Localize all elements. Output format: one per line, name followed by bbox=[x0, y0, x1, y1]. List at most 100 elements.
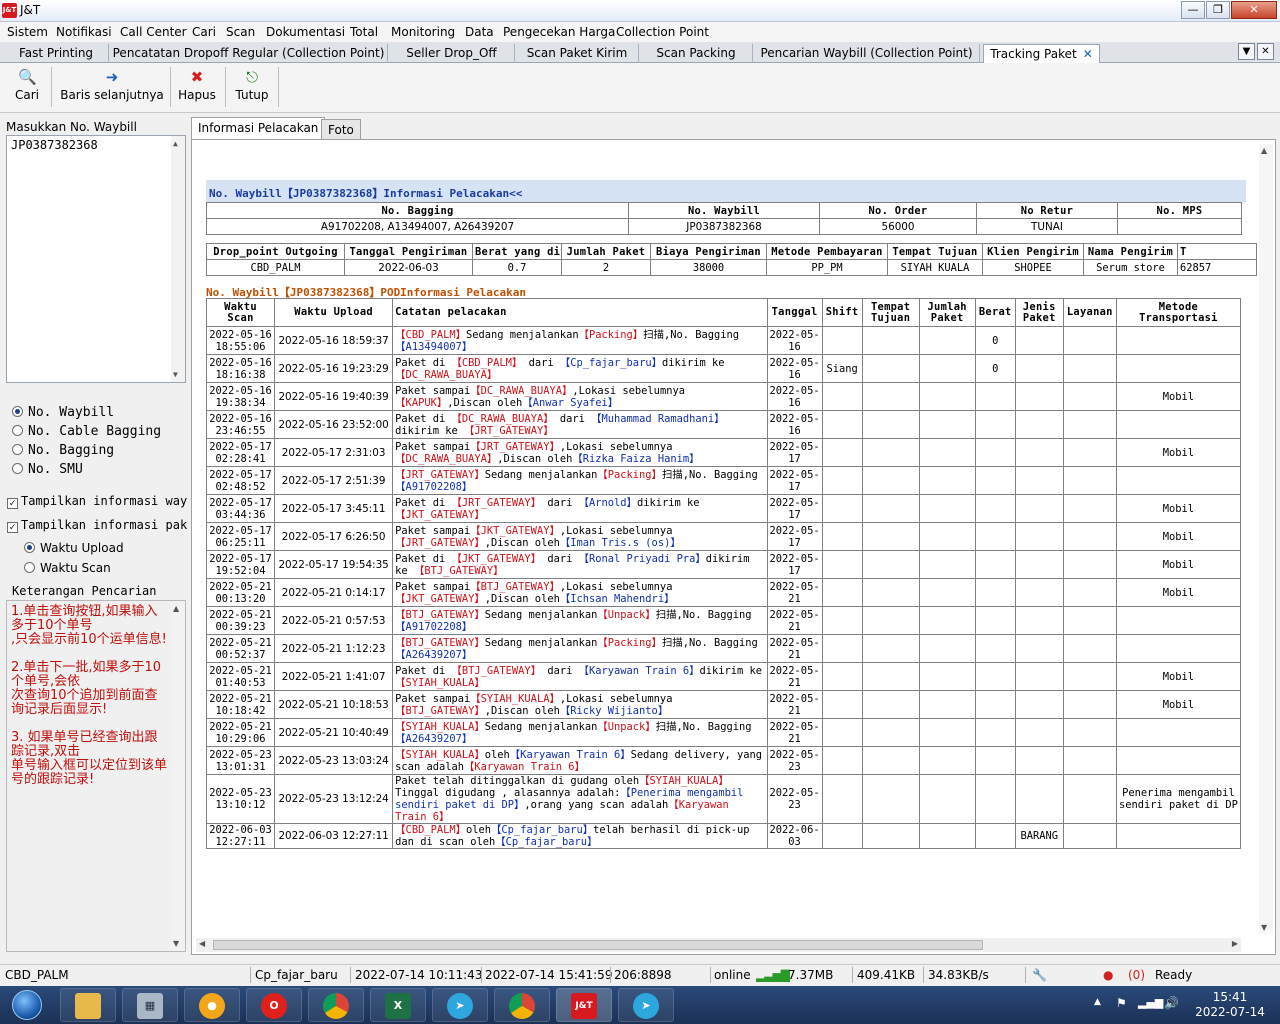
alert-icon[interactable]: ● bbox=[1103, 968, 1113, 982]
taskbar-telegram-2[interactable]: ➤ bbox=[618, 988, 674, 1022]
taskbar-telegram[interactable]: ➤ bbox=[432, 988, 488, 1022]
jumlah-paket-cell bbox=[918, 550, 976, 579]
waktu-scan-cell: 2022-05-17 19:52:04 bbox=[205, 550, 276, 579]
taskbar-file-explorer[interactable] bbox=[60, 988, 116, 1022]
radio-no-cable-bagging[interactable]: No. Cable Bagging bbox=[12, 424, 161, 439]
menu-sistem[interactable]: Sistem bbox=[7, 25, 48, 39]
scroll-right-icon[interactable]: ▶ bbox=[1232, 939, 1238, 948]
checkbox-info-paket[interactable]: ✓ Tampilkan informasi paket bbox=[7, 518, 187, 533]
radio-no-smu[interactable]: No. SMU bbox=[12, 462, 83, 477]
scroll-down-icon[interactable]: ▼ bbox=[173, 370, 178, 379]
note-segment: 【DC_RAWA_BUAYA】 bbox=[451, 412, 554, 425]
hapus-button[interactable]: ✖ Hapus bbox=[175, 65, 219, 109]
waybill-input[interactable]: JP0387382368 ▲ ▼ bbox=[6, 135, 186, 383]
jenis-paket-cell bbox=[1014, 438, 1064, 467]
menu-cari[interactable]: Cari bbox=[192, 25, 216, 39]
tracking-table-body: 2022-05-16 18:55:06 2022-05-16 18:59:37 【C… bbox=[205, 326, 1242, 849]
volume-icon[interactable]: 🔊 bbox=[1164, 996, 1179, 1010]
tab-scan-paket-kirim[interactable]: Scan Paket Kirim bbox=[516, 44, 639, 63]
tanggal-cell: 2022-05-17 bbox=[766, 550, 823, 579]
tempat-tujuan-cell bbox=[861, 774, 920, 824]
hint-scrollbar[interactable]: ▲ ▼ bbox=[171, 601, 185, 951]
menu-notifikasi[interactable]: Notifikasi bbox=[56, 25, 112, 39]
status-port: 206:8898 bbox=[614, 968, 672, 982]
taskbar-excel[interactable]: X bbox=[370, 988, 426, 1022]
catatan-cell: Paket di 【JKT_GATEWAY】 dari 【Ronal Priya… bbox=[392, 550, 768, 579]
baris-selanjutnya-button[interactable]: ➜ Baris selanjutnya bbox=[58, 65, 166, 109]
note-segment: 【SYIAH_KUALA】 bbox=[395, 748, 485, 761]
tempat-tujuan-cell bbox=[861, 410, 920, 439]
waktu-upload-cell: 2022-05-17 19:54:35 bbox=[274, 550, 394, 579]
status-alert-count[interactable]: (0) bbox=[1128, 968, 1145, 982]
tab-label: Scan Packing bbox=[656, 46, 736, 60]
content-horizontal-scrollbar[interactable]: ◀ ▶ bbox=[196, 938, 1241, 952]
tray-expand-icon[interactable]: ▲ bbox=[1094, 997, 1101, 1007]
close-window-button[interactable]: ✕ bbox=[1231, 1, 1277, 19]
tab-foto[interactable]: Foto bbox=[321, 119, 361, 139]
scroll-up-icon[interactable]: ▲ bbox=[173, 604, 179, 613]
tab-close-icon[interactable]: ✕ bbox=[1083, 47, 1093, 61]
scroll-up-icon[interactable]: ▲ bbox=[173, 139, 178, 148]
scroll-left-icon[interactable]: ◀ bbox=[199, 939, 205, 948]
tab-informasi-pelacakan[interactable]: Informasi Pelacakan bbox=[191, 117, 326, 139]
pod-tracking-title: No. Waybill【JP0387382368】PODInformasi Pe… bbox=[206, 286, 527, 299]
wrench-icon[interactable]: 🔧 bbox=[1032, 968, 1047, 982]
radio-no-bagging[interactable]: No. Bagging bbox=[12, 443, 114, 458]
note-segment: dari bbox=[541, 552, 579, 565]
taskbar-chrome-profile[interactable] bbox=[494, 988, 550, 1022]
tab-scan-packing[interactable]: Scan Packing bbox=[640, 44, 753, 63]
metode-transportasi-cell bbox=[1115, 354, 1242, 383]
maximize-button[interactable]: ❐ bbox=[1206, 1, 1230, 19]
tab-fast-printing[interactable]: Fast Printing bbox=[4, 44, 109, 63]
windows-taskbar: ▦ ● O X ➤ J&T ➤ ▲ ⚑ ▂▄▆ 🔊 15:41 2022-07-… bbox=[0, 986, 1280, 1024]
start-button[interactable] bbox=[4, 987, 50, 1023]
jenis-paket-cell bbox=[1014, 690, 1064, 719]
waybill-input-scrollbar[interactable]: ▲ ▼ bbox=[171, 136, 185, 382]
shift-cell bbox=[821, 438, 863, 467]
scroll-down-icon[interactable]: ▼ bbox=[173, 939, 179, 948]
content-vertical-scrollbar[interactable]: ▲ ▼ bbox=[1259, 144, 1273, 934]
taskbar-clock[interactable]: 15:41 2022-07-14 bbox=[1190, 990, 1270, 1020]
taskbar-jt-app[interactable]: J&T bbox=[556, 988, 612, 1022]
berat-cell bbox=[974, 746, 1016, 775]
header-cell: Berat bbox=[974, 298, 1016, 327]
menu-pengecekan-harga[interactable]: Pengecekan Harga bbox=[503, 25, 615, 39]
waktu-upload-cell: 2022-05-16 23:52:00 bbox=[274, 410, 394, 439]
taskbar-opera[interactable]: O bbox=[246, 988, 302, 1022]
menu-call-center[interactable]: Call Center bbox=[120, 25, 187, 39]
radio-waktu-upload[interactable]: Waktu Upload bbox=[24, 541, 124, 555]
radio-waktu-scan[interactable]: Waktu Scan bbox=[24, 561, 111, 575]
scroll-up-icon[interactable]: ▲ bbox=[1261, 146, 1267, 155]
taskbar-vpn[interactable]: ● bbox=[184, 988, 240, 1022]
flag-icon[interactable]: ⚑ bbox=[1116, 996, 1127, 1010]
jumlah-paket-cell bbox=[918, 494, 976, 523]
tab-list-dropdown-icon[interactable]: ▼ bbox=[1238, 43, 1255, 60]
checkbox-info-waybill[interactable]: ✓Tampilkan informasi waybill bbox=[7, 494, 187, 509]
tab-tracking-paket[interactable]: Tracking Paket ✕ bbox=[983, 44, 1100, 64]
waybill-info-table: No. Bagging No. Waybill No. Order No Ret… bbox=[206, 202, 1242, 235]
scroll-down-icon[interactable]: ▼ bbox=[1261, 923, 1267, 932]
radio-no-waybill[interactable]: No. Waybill bbox=[12, 405, 114, 420]
taskbar-chrome[interactable] bbox=[308, 988, 364, 1022]
metode-transportasi-cell: Mobil bbox=[1115, 690, 1242, 719]
tutup-button[interactable]: ⎋ Tutup bbox=[230, 65, 274, 109]
tab-close-all-icon[interactable]: ✕ bbox=[1257, 43, 1274, 60]
note-segment: 【Karyawan Train 6】 bbox=[578, 664, 700, 677]
minimize-button[interactable]: — bbox=[1181, 1, 1205, 19]
table-cell: JP0387382368 bbox=[628, 218, 820, 235]
network-icon[interactable]: ▂▄▆ bbox=[1138, 996, 1163, 1009]
menu-data[interactable]: Data bbox=[465, 25, 494, 39]
scroll-thumb[interactable] bbox=[213, 940, 983, 950]
menu-collection-point[interactable]: Collection Point bbox=[616, 25, 709, 39]
tab-pencatatan-dropoff[interactable]: Pencatatan Dropoff Regular (Collection P… bbox=[110, 44, 388, 63]
menu-scan[interactable]: Scan bbox=[226, 25, 255, 39]
cari-button[interactable]: 🔍 Cari bbox=[8, 65, 46, 109]
menu-dokumentasi[interactable]: Dokumentasi bbox=[266, 25, 345, 39]
tab-seller-drop-off[interactable]: Seller Drop_Off bbox=[389, 44, 515, 63]
table-row: 2022-05-17 19:52:04 2022-05-17 19:54:35 Pa… bbox=[205, 550, 1242, 579]
jumlah-paket-cell bbox=[918, 662, 976, 691]
tab-pencarian-waybill[interactable]: Pencarian Waybill (Collection Point) bbox=[754, 44, 980, 63]
menu-monitoring[interactable]: Monitoring bbox=[391, 25, 455, 39]
menu-total[interactable]: Total bbox=[350, 25, 378, 39]
taskbar-calculator[interactable]: ▦ bbox=[122, 988, 178, 1022]
